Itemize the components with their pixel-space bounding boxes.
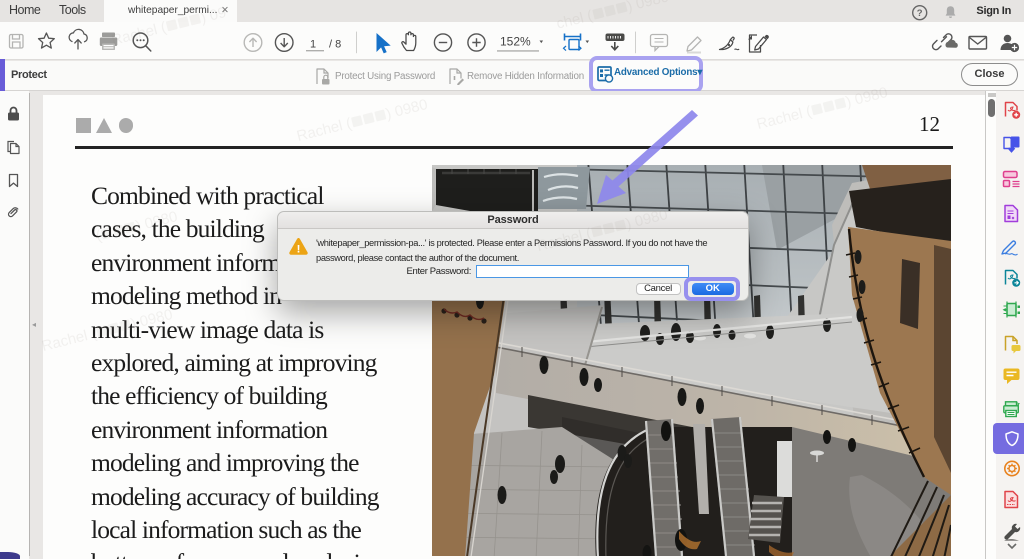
svg-text:!: ! <box>297 243 301 255</box>
svg-text:1: 1 <box>310 38 316 50</box>
svg-text:152%: 152% <box>500 34 531 48</box>
svg-text:?: ? <box>917 8 923 19</box>
svg-text:/ 8: / 8 <box>329 38 341 50</box>
